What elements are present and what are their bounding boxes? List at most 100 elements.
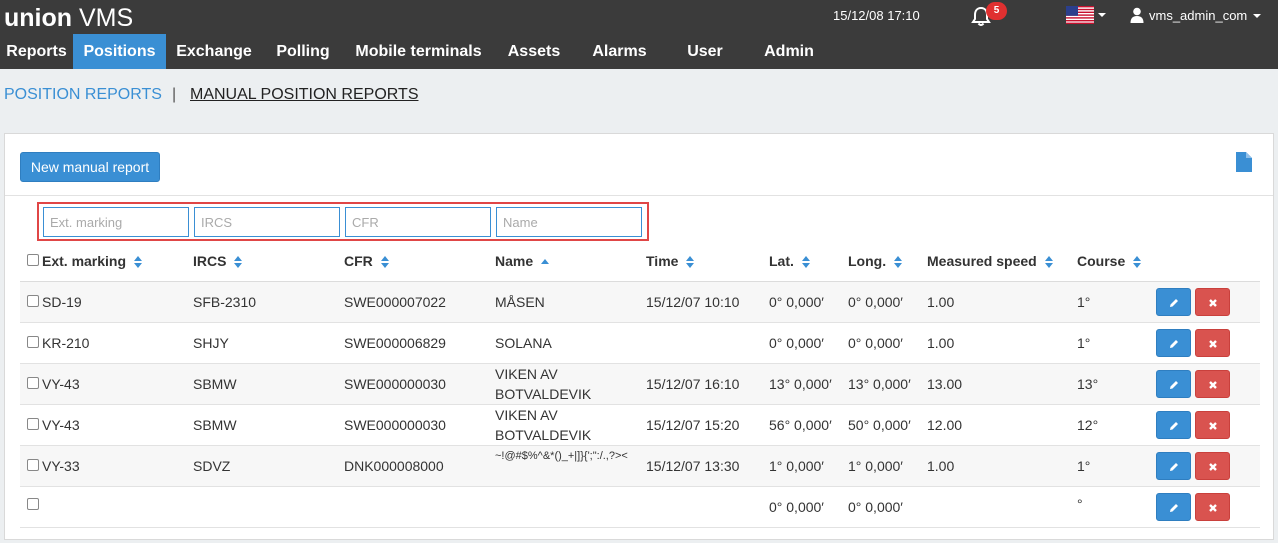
- sort-icon[interactable]: [380, 256, 389, 269]
- nav-mobile-terminals[interactable]: Mobile terminals: [344, 34, 493, 69]
- manual-reports-panel: New manual report Ext. marking IRCS CFR …: [4, 133, 1274, 540]
- pencil-icon: [1170, 504, 1178, 512]
- column-name[interactable]: Name: [495, 253, 550, 269]
- times-icon: [1209, 340, 1217, 348]
- sort-icon[interactable]: [894, 256, 903, 269]
- times-icon: [1209, 463, 1217, 471]
- delete-button[interactable]: [1195, 288, 1230, 316]
- cell-lat: 56° 0,000′: [769, 417, 832, 433]
- nav-exchange[interactable]: Exchange: [166, 34, 262, 69]
- delete-button[interactable]: [1195, 411, 1230, 439]
- new-manual-report-button[interactable]: New manual report: [20, 152, 160, 182]
- sort-icon[interactable]: [686, 256, 695, 269]
- row-checkbox[interactable]: [27, 498, 39, 510]
- tab-position-reports[interactable]: POSITION REPORTS: [4, 86, 162, 104]
- pencil-icon: [1170, 381, 1178, 389]
- app-logo[interactable]: union VMS: [4, 3, 133, 33]
- ext-marking-filter-input[interactable]: [43, 207, 189, 237]
- language-caret-icon[interactable]: [1098, 13, 1106, 17]
- cell-course: 1°: [1077, 294, 1091, 310]
- sort-icon[interactable]: [234, 256, 243, 269]
- table-row: VY-43 SBMW SWE000000030 VIKEN AV BOTVALD…: [20, 364, 1260, 405]
- edit-button[interactable]: [1156, 370, 1191, 398]
- top-bar: union VMS 15/12/08 17:10 5 vms_admin_com…: [0, 0, 1278, 69]
- document-icon[interactable]: [1236, 152, 1252, 172]
- tab-manual-position-reports[interactable]: MANUAL POSITION REPORTS: [190, 86, 418, 104]
- delete-button[interactable]: [1195, 493, 1230, 521]
- nav-alarms[interactable]: Alarms: [575, 34, 664, 69]
- column-cfr[interactable]: CFR: [344, 253, 389, 269]
- sort-icon[interactable]: [1133, 256, 1142, 269]
- user-menu-caret-icon[interactable]: [1253, 14, 1261, 18]
- user-icon[interactable]: [1130, 7, 1144, 23]
- cell-lat: 0° 0,000′: [769, 499, 824, 515]
- sort-icon[interactable]: [801, 256, 810, 269]
- cell-cfr: DNK000008000: [344, 458, 444, 474]
- cell-time: 15/12/07 10:10: [646, 294, 740, 310]
- row-checkbox[interactable]: [27, 377, 39, 389]
- cell-ext-marking: VY-33: [42, 458, 80, 474]
- select-all-checkbox[interactable]: [27, 254, 39, 266]
- cell-lat: 0° 0,000′: [769, 335, 824, 351]
- column-ext-marking[interactable]: Ext. marking: [42, 253, 143, 269]
- cell-cfr: SWE000000030: [344, 417, 446, 433]
- column-course[interactable]: Course: [1077, 253, 1142, 269]
- cfr-filter-input[interactable]: [345, 207, 491, 237]
- nav-assets[interactable]: Assets: [493, 34, 575, 69]
- cell-measured-speed: 13.00: [927, 376, 963, 392]
- times-icon: [1209, 381, 1217, 389]
- table-row: SD-19 SFB-2310 SWE000007022 MÅSEN 15/12/…: [20, 282, 1260, 323]
- cell-course: 1°: [1077, 458, 1091, 474]
- edit-button[interactable]: [1156, 452, 1191, 480]
- main-nav: Reports Positions Exchange Polling Mobil…: [0, 34, 1278, 69]
- edit-button[interactable]: [1156, 329, 1191, 357]
- cell-long: 13° 0,000′: [848, 376, 911, 392]
- nav-reports[interactable]: Reports: [0, 34, 73, 69]
- cell-lat: 13° 0,000′: [769, 376, 832, 392]
- delete-button[interactable]: [1195, 452, 1230, 480]
- row-checkbox[interactable]: [27, 418, 39, 430]
- nav-polling[interactable]: Polling: [262, 34, 344, 69]
- row-checkbox[interactable]: [27, 295, 39, 307]
- current-datetime: 15/12/08 17:10: [833, 8, 920, 23]
- delete-button[interactable]: [1195, 329, 1230, 357]
- column-measured-speed[interactable]: Measured speed: [927, 253, 1053, 269]
- sort-icon[interactable]: [134, 256, 143, 269]
- us-flag-icon[interactable]: [1066, 6, 1094, 24]
- cell-course: 12°: [1077, 417, 1099, 433]
- cell-ircs: SDVZ: [193, 458, 231, 474]
- cell-ircs: SBMW: [193, 417, 237, 433]
- column-lat[interactable]: Lat.: [769, 253, 810, 269]
- username[interactable]: vms_admin_com: [1149, 8, 1247, 23]
- cell-ext-marking: VY-43: [42, 417, 80, 433]
- table-row: VY-43 SBMW SWE000000030 VIKEN AV BOTVALD…: [20, 405, 1260, 446]
- nav-admin[interactable]: Admin: [746, 34, 832, 69]
- filter-row: [37, 202, 649, 241]
- cell-measured-speed: 1.00: [927, 458, 955, 474]
- nav-user[interactable]: User: [664, 34, 746, 69]
- cell-long: 50° 0,000′: [848, 417, 911, 433]
- column-time[interactable]: Time: [646, 253, 695, 269]
- sort-icon[interactable]: [1044, 256, 1053, 269]
- times-icon: [1209, 504, 1217, 512]
- cell-ext-marking: KR-210: [42, 335, 90, 351]
- column-long[interactable]: Long.: [848, 253, 903, 269]
- cell-course: 1°: [1077, 335, 1091, 351]
- nav-positions[interactable]: Positions: [73, 34, 166, 69]
- edit-button[interactable]: [1156, 288, 1191, 316]
- delete-button[interactable]: [1195, 370, 1230, 398]
- pencil-icon: [1170, 340, 1178, 348]
- edit-button[interactable]: [1156, 411, 1191, 439]
- column-ircs[interactable]: IRCS: [193, 253, 243, 269]
- ircs-filter-input[interactable]: [194, 207, 340, 237]
- pencil-icon: [1170, 463, 1178, 471]
- cell-cfr: SWE000000030: [344, 376, 446, 392]
- row-checkbox[interactable]: [27, 459, 39, 471]
- name-filter-input[interactable]: [496, 207, 642, 237]
- sort-asc-icon[interactable]: [541, 256, 550, 268]
- row-checkbox[interactable]: [27, 336, 39, 348]
- cell-name: VIKEN AV BOTVALDEVIK: [495, 407, 592, 443]
- notification-badge[interactable]: 5: [986, 2, 1007, 20]
- edit-button[interactable]: [1156, 493, 1191, 521]
- pencil-icon: [1170, 299, 1178, 307]
